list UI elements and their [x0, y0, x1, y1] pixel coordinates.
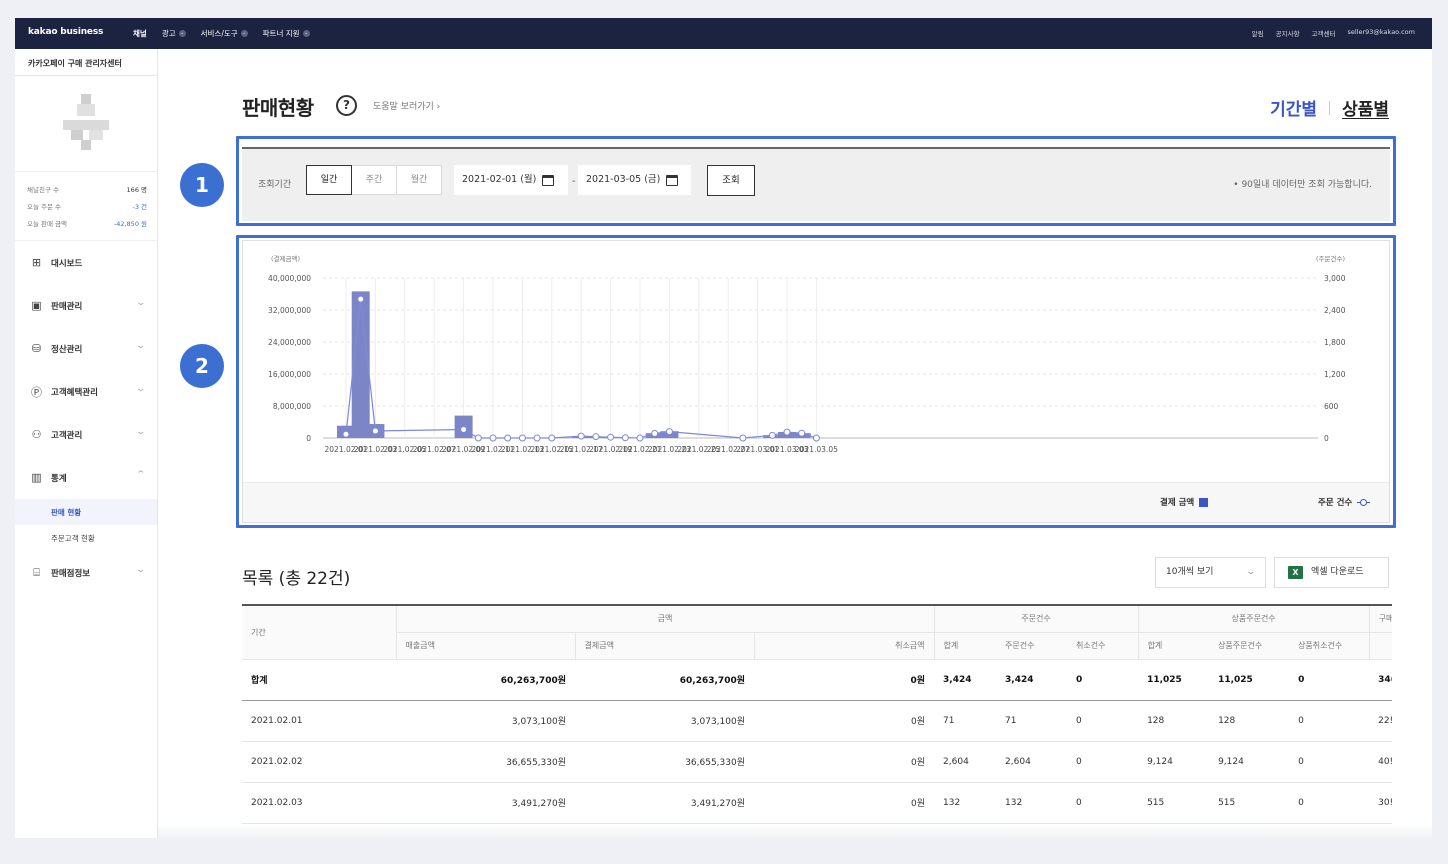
highlight-box-chart: [236, 235, 1396, 528]
tab-by-period[interactable]: 기간별: [1270, 95, 1317, 120]
stat-today-orders: 오늘 주문 수 -3 건: [27, 203, 147, 211]
col-product-cancel: 상품취소건수: [1289, 632, 1370, 660]
col-product-orders: 상품주문건수: [1209, 632, 1290, 660]
excel-icon: X: [1288, 566, 1303, 579]
table-row-total: 합계 60,263,700원 60,263,700원 0원 3,424 3,424 0 1…: [242, 659, 1393, 701]
account-menu[interactable]: seller93@kakao.com: [1347, 28, 1415, 38]
table-row: 2021.02.01 3,073,100원 3,073,100원 0원 71 71 0 1…: [242, 700, 1393, 742]
excel-download-button[interactable]: X 엑셀 다운로드: [1274, 557, 1389, 588]
utility-links: 알림 공지사항 고객센터 seller93@kakao.com: [1252, 28, 1415, 38]
col-buyers-sub: [1368, 632, 1393, 660]
customer-center-link[interactable]: 고객센터: [1312, 28, 1336, 38]
col-group-orders: 주문건수: [933, 604, 1139, 633]
col-paid-amount: 결제금액: [574, 632, 754, 660]
sidebar: 카카오페이 구매 관리자센터 채널친구 수 166 명 오늘 주문 수 -3 건 오…: [15, 49, 158, 838]
sales-table: 기간 금액 주문건수 상품주문건수 구매 매출금액 결제금액 취소금액 합계 주…: [242, 604, 1393, 838]
chevron-down-icon: ⌄: [135, 565, 147, 575]
clipboard-icon: ▣: [31, 299, 42, 312]
help-link[interactable]: 도움말 보러가기 ›: [373, 99, 440, 112]
view-tabs: 기간별 상품별: [1270, 95, 1389, 120]
col-group-product-orders: 상품주문건수: [1137, 604, 1370, 633]
notices-link[interactable]: 공지사항: [1276, 28, 1300, 38]
sidebar-menu: ⊞ 대시보드 ▣ 판매관리 ⌄ ⛁ 정산관리 ⌄ Ⓟ 고객혜택관리 ⌄ ⚇ 고객관리 ⌄ ▥ 통계 ⌃…: [15, 240, 157, 594]
sidebar-subitem-customer-status[interactable]: 주문고객 현황: [15, 525, 157, 551]
point-icon: Ⓟ: [31, 385, 42, 399]
chevron-down-icon: ⌄: [135, 298, 147, 308]
sidebar-item-sales-management[interactable]: ▣ 판매관리 ⌄: [15, 284, 157, 327]
scroll-fade: [158, 824, 1432, 838]
database-icon: ⛁: [31, 342, 42, 355]
top-navigation-bar: kakao business 채널 광고 ⌄ 서비스/도구 ⌄ 파트너 지원 ⌄ 알림…: [15, 18, 1432, 49]
notifications-link[interactable]: 알림: [1252, 28, 1264, 38]
chevron-down-icon: ⌄: [178, 30, 186, 37]
per-page-select[interactable]: 10개씩 보기 ⌄: [1155, 557, 1266, 588]
col-order-sum: 합계: [933, 632, 997, 660]
sidebar-item-store-info[interactable]: ⌸ 판매점정보 ⌄: [15, 551, 157, 594]
chevron-down-icon: ⌄: [240, 30, 248, 37]
nav-partner-support[interactable]: 파트너 지원 ⌄: [263, 28, 310, 39]
segment-daily[interactable]: 일간: [306, 165, 352, 195]
sidebar-item-customers[interactable]: ⚇ 고객관리 ⌄: [15, 413, 157, 456]
chevron-down-icon: ⌄: [135, 341, 147, 351]
table-row: 2021.02.02 36,655,330원 36,655,330원 0원 2,604…: [242, 741, 1393, 783]
sidebar-item-settlement[interactable]: ⛁ 정산관리 ⌄: [15, 327, 157, 370]
list-title: 목록 (총 22건): [242, 569, 351, 589]
tab-by-product[interactable]: 상품별: [1342, 95, 1389, 120]
avatar: [63, 94, 109, 152]
col-period: 기간: [242, 604, 396, 660]
nav-ads[interactable]: 광고 ⌄: [162, 28, 186, 39]
step-badge-2: 2: [180, 344, 224, 388]
sidebar-subitem-sales-status[interactable]: 판매 현황: [15, 499, 157, 525]
chevron-down-icon: ⌄: [302, 30, 310, 37]
col-group-buyers: 구매: [1368, 604, 1393, 633]
stat-today-sales: 오늘 판매 금액 -42,850 원: [27, 220, 147, 228]
stat-channel-friends: 채널친구 수 166 명: [27, 186, 147, 194]
col-sales-amount: 매출금액: [395, 632, 575, 660]
col-cancel-amount: 취소금액: [753, 632, 935, 660]
highlight-box-filter: [236, 136, 1396, 226]
col-order-count: 주문건수: [996, 632, 1068, 660]
sidebar-title: 카카오페이 구매 관리자센터: [15, 49, 157, 76]
col-product-sum: 합계: [1137, 632, 1210, 660]
bar-chart-icon: ▥: [31, 471, 42, 484]
store-icon: ⌸: [33, 565, 40, 579]
col-group-amount: 금액: [395, 604, 935, 633]
chevron-up-icon: ⌃: [135, 470, 147, 480]
chevron-down-icon: ⌄: [1245, 567, 1257, 577]
brand-logo[interactable]: kakao business: [28, 27, 103, 37]
nav-channel[interactable]: 채널: [133, 28, 147, 39]
dashboard-icon: ⊞: [31, 256, 42, 269]
nav-services-tools[interactable]: 서비스/도구 ⌄: [201, 28, 248, 39]
col-order-cancel: 취소건수: [1067, 632, 1139, 660]
sidebar-item-statistics[interactable]: ▥ 통계 ⌃: [15, 456, 157, 499]
user-icon: ⚇: [31, 428, 42, 441]
main-nav: 채널 광고 ⌄ 서비스/도구 ⌄ 파트너 지원 ⌄: [133, 28, 310, 39]
table-row: 2021.02.03 3,491,270원 3,491,270원 0원 132 132 0…: [242, 782, 1393, 824]
tab-divider: [1329, 100, 1331, 115]
step-badge-1: 1: [180, 163, 224, 207]
help-icon[interactable]: ?: [336, 95, 357, 116]
seller-stats: 채널친구 수 166 명 오늘 주문 수 -3 건 오늘 판매 금액 -42,850 …: [15, 171, 157, 235]
sidebar-item-dashboard[interactable]: ⊞ 대시보드: [15, 241, 157, 284]
chevron-down-icon: ⌄: [135, 427, 147, 437]
app-frame: kakao business 채널 광고 ⌄ 서비스/도구 ⌄ 파트너 지원 ⌄ 알림…: [15, 18, 1432, 838]
chevron-down-icon: ⌄: [135, 384, 147, 394]
page-title: 판매현황: [242, 96, 314, 120]
sidebar-item-customer-benefits[interactable]: Ⓟ 고객혜택관리 ⌄: [15, 370, 157, 413]
